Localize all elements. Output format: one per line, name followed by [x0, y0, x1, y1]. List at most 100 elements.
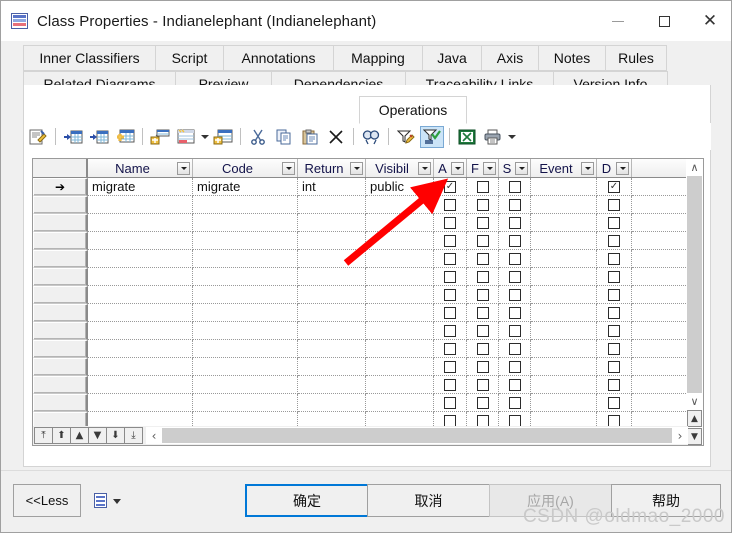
hscroll-thumb[interactable] [162, 428, 672, 443]
cell-s[interactable] [499, 232, 531, 250]
column-filter-dropdown-icon[interactable] [515, 161, 528, 175]
cell-blank[interactable] [632, 250, 688, 268]
cell-name[interactable] [88, 268, 193, 286]
table-row[interactable] [33, 250, 688, 268]
row-header[interactable] [33, 394, 88, 412]
cell-blank[interactable] [632, 340, 688, 358]
cell-f[interactable] [467, 250, 499, 268]
column-filter-dropdown-icon[interactable] [483, 161, 496, 175]
cell-d[interactable] [597, 322, 632, 340]
cell-s[interactable] [499, 322, 531, 340]
cell-name[interactable] [88, 232, 193, 250]
checkbox-d[interactable] [608, 198, 620, 211]
cell-event[interactable] [531, 376, 597, 394]
cut-icon[interactable] [246, 126, 270, 148]
maximize-button[interactable] [641, 1, 687, 41]
cell-d[interactable] [597, 268, 632, 286]
tab-axis[interactable]: Axis [481, 45, 538, 71]
cell-code[interactable] [193, 394, 298, 412]
vscroll-thumb[interactable] [687, 176, 702, 393]
column-header-s[interactable]: S [499, 159, 531, 177]
scroll-down-arrow-icon[interactable]: ∨ [686, 393, 703, 410]
cell-a[interactable] [434, 250, 467, 268]
cell-visibility[interactable] [366, 286, 434, 304]
cell-d[interactable] [597, 376, 632, 394]
delete-icon[interactable] [324, 126, 348, 148]
checkbox-a[interactable] [444, 288, 456, 301]
add-column-icon[interactable] [211, 126, 235, 148]
row-header[interactable] [33, 268, 88, 286]
column-filter-dropdown-icon[interactable] [616, 161, 629, 175]
insert-row-before-icon[interactable] [61, 126, 85, 148]
cell-d[interactable] [597, 304, 632, 322]
table-row[interactable] [33, 340, 688, 358]
cell-code[interactable] [193, 286, 298, 304]
add-row-icon[interactable] [113, 126, 137, 148]
grid-horizontal-scrollbar[interactable]: ‹ › [146, 427, 688, 444]
cell-return[interactable] [298, 196, 366, 214]
cell-f[interactable] [467, 178, 499, 196]
checkbox-s[interactable] [508, 216, 521, 229]
cell-a[interactable] [434, 232, 467, 250]
properties-icon[interactable] [26, 126, 50, 148]
cell-d[interactable] [597, 286, 632, 304]
cell-s[interactable] [499, 268, 531, 286]
cell-return[interactable] [298, 340, 366, 358]
column-header-visibil[interactable]: Visibil [366, 159, 434, 177]
cell-f[interactable] [467, 322, 499, 340]
checkbox-a[interactable] [444, 360, 456, 373]
table-row[interactable] [33, 376, 688, 394]
cell-d[interactable] [597, 394, 632, 412]
cell-d[interactable] [597, 250, 632, 268]
column-filter-dropdown-icon[interactable] [581, 161, 594, 175]
checkbox-a[interactable] [444, 216, 456, 229]
minimize-button[interactable] [595, 1, 641, 41]
cell-f[interactable] [467, 196, 499, 214]
nav-next-page-button[interactable]: ⬇ [106, 427, 125, 444]
cell-a[interactable] [434, 322, 467, 340]
cell-event[interactable] [531, 214, 597, 232]
cell-return[interactable]: int [298, 178, 366, 196]
scroll-up-arrow-icon[interactable]: ∧ [686, 159, 703, 176]
column-header-code[interactable]: Code [193, 159, 298, 177]
column-header-event[interactable]: Event [531, 159, 597, 177]
cell-a[interactable] [434, 340, 467, 358]
table-row[interactable] [33, 322, 688, 340]
checkbox-a[interactable] [444, 414, 456, 427]
cell-a[interactable] [434, 304, 467, 322]
cell-event[interactable] [531, 394, 597, 412]
checkbox-d[interactable] [608, 252, 620, 265]
nav-prev-row-button[interactable]: ▲ [70, 427, 89, 444]
table-row[interactable] [33, 196, 688, 214]
cell-a[interactable] [434, 196, 467, 214]
cell-f[interactable] [467, 268, 499, 286]
cell-code[interactable] [193, 268, 298, 286]
cell-code[interactable] [193, 358, 298, 376]
checkbox-f[interactable] [476, 396, 489, 409]
checkbox-a[interactable] [444, 396, 456, 409]
cell-visibility[interactable]: public [366, 178, 434, 196]
nav-first-row-button[interactable]: ⤒ [34, 427, 53, 444]
tab-notes[interactable]: Notes [538, 45, 605, 71]
checkbox-a[interactable] [444, 270, 456, 283]
ok-button[interactable]: 确定 [245, 484, 369, 517]
row-header[interactable] [33, 286, 88, 304]
checkbox-f[interactable] [476, 378, 489, 391]
cell-f[interactable] [467, 394, 499, 412]
cell-f[interactable] [467, 304, 499, 322]
cell-return[interactable] [298, 214, 366, 232]
checkbox-d[interactable] [608, 288, 620, 301]
cell-s[interactable] [499, 214, 531, 232]
checkbox-a[interactable] [444, 198, 456, 211]
hscroll-track[interactable] [162, 428, 672, 443]
cell-event[interactable] [531, 232, 597, 250]
cell-blank[interactable] [632, 268, 688, 286]
checkbox-s[interactable] [508, 306, 521, 319]
tab-operations[interactable]: Operations [359, 96, 467, 124]
cell-s[interactable] [499, 196, 531, 214]
checkbox-f[interactable] [476, 360, 489, 373]
column-filter-dropdown-icon[interactable] [282, 161, 295, 175]
cell-code[interactable] [193, 322, 298, 340]
cell-f[interactable] [467, 358, 499, 376]
cell-visibility[interactable] [366, 304, 434, 322]
